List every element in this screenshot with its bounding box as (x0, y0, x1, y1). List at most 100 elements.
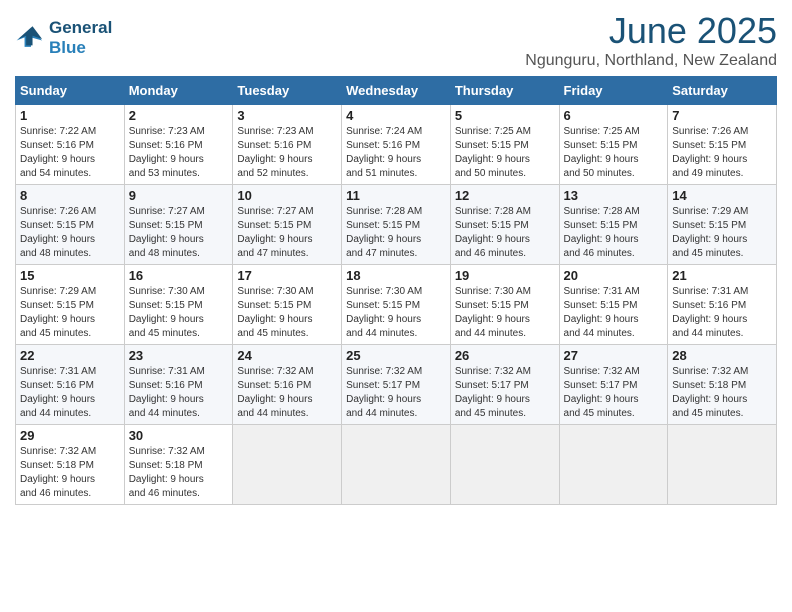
day-number: 18 (346, 268, 446, 283)
day-number: 20 (564, 268, 664, 283)
cell-info: Sunrise: 7:25 AMSunset: 5:15 PMDaylight:… (564, 126, 640, 179)
cell-info: Sunrise: 7:26 AMSunset: 5:15 PMDaylight:… (672, 126, 748, 179)
day-number: 3 (237, 108, 337, 123)
col-header-sunday: Sunday (16, 77, 125, 105)
day-number: 28 (672, 348, 772, 363)
calendar-cell: 24 Sunrise: 7:32 AMSunset: 5:16 PMDaylig… (233, 345, 342, 425)
col-header-thursday: Thursday (450, 77, 559, 105)
calendar-cell: 12 Sunrise: 7:28 AMSunset: 5:15 PMDaylig… (450, 185, 559, 265)
calendar-cell: 22 Sunrise: 7:31 AMSunset: 5:16 PMDaylig… (16, 345, 125, 425)
day-number: 17 (237, 268, 337, 283)
day-number: 22 (20, 348, 120, 363)
col-header-saturday: Saturday (668, 77, 777, 105)
cell-info: Sunrise: 7:27 AMSunset: 5:15 PMDaylight:… (237, 206, 313, 259)
col-header-monday: Monday (124, 77, 233, 105)
calendar-cell: 18 Sunrise: 7:30 AMSunset: 5:15 PMDaylig… (342, 265, 451, 345)
col-header-friday: Friday (559, 77, 668, 105)
cell-info: Sunrise: 7:32 AMSunset: 5:17 PMDaylight:… (346, 366, 422, 419)
calendar-cell: 17 Sunrise: 7:30 AMSunset: 5:15 PMDaylig… (233, 265, 342, 345)
logo-line1: General (49, 18, 112, 38)
day-number: 15 (20, 268, 120, 283)
calendar-cell: 20 Sunrise: 7:31 AMSunset: 5:15 PMDaylig… (559, 265, 668, 345)
calendar-cell: 15 Sunrise: 7:29 AMSunset: 5:15 PMDaylig… (16, 265, 125, 345)
day-number: 1 (20, 108, 120, 123)
day-number: 10 (237, 188, 337, 203)
day-number: 2 (129, 108, 229, 123)
day-number: 27 (564, 348, 664, 363)
calendar-cell: 13 Sunrise: 7:28 AMSunset: 5:15 PMDaylig… (559, 185, 668, 265)
day-number: 26 (455, 348, 555, 363)
cell-info: Sunrise: 7:28 AMSunset: 5:15 PMDaylight:… (346, 206, 422, 259)
calendar-cell: 14 Sunrise: 7:29 AMSunset: 5:15 PMDaylig… (668, 185, 777, 265)
cell-info: Sunrise: 7:25 AMSunset: 5:15 PMDaylight:… (455, 126, 531, 179)
cell-info: Sunrise: 7:23 AMSunset: 5:16 PMDaylight:… (129, 126, 205, 179)
month-title: June 2025 (525, 10, 777, 52)
logo-line2: Blue (49, 38, 112, 58)
calendar-week-row: 22 Sunrise: 7:31 AMSunset: 5:16 PMDaylig… (16, 345, 777, 425)
calendar-cell: 29 Sunrise: 7:32 AMSunset: 5:18 PMDaylig… (16, 425, 125, 505)
calendar-cell: 21 Sunrise: 7:31 AMSunset: 5:16 PMDaylig… (668, 265, 777, 345)
calendar-cell: 6 Sunrise: 7:25 AMSunset: 5:15 PMDayligh… (559, 105, 668, 185)
calendar-header-row: SundayMondayTuesdayWednesdayThursdayFrid… (16, 77, 777, 105)
calendar-week-row: 8 Sunrise: 7:26 AMSunset: 5:15 PMDayligh… (16, 185, 777, 265)
cell-info: Sunrise: 7:31 AMSunset: 5:15 PMDaylight:… (564, 286, 640, 339)
calendar-cell: 4 Sunrise: 7:24 AMSunset: 5:16 PMDayligh… (342, 105, 451, 185)
calendar-cell: 11 Sunrise: 7:28 AMSunset: 5:15 PMDaylig… (342, 185, 451, 265)
cell-info: Sunrise: 7:32 AMSunset: 5:18 PMDaylight:… (672, 366, 748, 419)
cell-info: Sunrise: 7:22 AMSunset: 5:16 PMDaylight:… (20, 126, 96, 179)
calendar-cell: 8 Sunrise: 7:26 AMSunset: 5:15 PMDayligh… (16, 185, 125, 265)
cell-info: Sunrise: 7:32 AMSunset: 5:17 PMDaylight:… (564, 366, 640, 419)
day-number: 9 (129, 188, 229, 203)
cell-info: Sunrise: 7:32 AMSunset: 5:18 PMDaylight:… (129, 446, 205, 499)
cell-info: Sunrise: 7:31 AMSunset: 5:16 PMDaylight:… (20, 366, 96, 419)
day-number: 8 (20, 188, 120, 203)
cell-info: Sunrise: 7:29 AMSunset: 5:15 PMDaylight:… (20, 286, 96, 339)
cell-info: Sunrise: 7:30 AMSunset: 5:15 PMDaylight:… (455, 286, 531, 339)
day-number: 23 (129, 348, 229, 363)
calendar-cell (342, 425, 451, 505)
cell-info: Sunrise: 7:28 AMSunset: 5:15 PMDaylight:… (455, 206, 531, 259)
cell-info: Sunrise: 7:24 AMSunset: 5:16 PMDaylight:… (346, 126, 422, 179)
day-number: 6 (564, 108, 664, 123)
calendar-cell: 19 Sunrise: 7:30 AMSunset: 5:15 PMDaylig… (450, 265, 559, 345)
cell-info: Sunrise: 7:32 AMSunset: 5:18 PMDaylight:… (20, 446, 96, 499)
location-title: Ngunguru, Northland, New Zealand (525, 52, 777, 70)
calendar-week-row: 1 Sunrise: 7:22 AMSunset: 5:16 PMDayligh… (16, 105, 777, 185)
day-number: 25 (346, 348, 446, 363)
calendar-cell: 2 Sunrise: 7:23 AMSunset: 5:16 PMDayligh… (124, 105, 233, 185)
cell-info: Sunrise: 7:32 AMSunset: 5:17 PMDaylight:… (455, 366, 531, 419)
day-number: 30 (129, 428, 229, 443)
day-number: 16 (129, 268, 229, 283)
day-number: 11 (346, 188, 446, 203)
cell-info: Sunrise: 7:23 AMSunset: 5:16 PMDaylight:… (237, 126, 313, 179)
logo: General Blue (15, 18, 112, 59)
day-number: 14 (672, 188, 772, 203)
day-number: 13 (564, 188, 664, 203)
calendar-cell: 26 Sunrise: 7:32 AMSunset: 5:17 PMDaylig… (450, 345, 559, 425)
cell-info: Sunrise: 7:30 AMSunset: 5:15 PMDaylight:… (129, 286, 205, 339)
cell-info: Sunrise: 7:29 AMSunset: 5:15 PMDaylight:… (672, 206, 748, 259)
calendar-cell: 3 Sunrise: 7:23 AMSunset: 5:16 PMDayligh… (233, 105, 342, 185)
calendar-cell (559, 425, 668, 505)
calendar-cell: 28 Sunrise: 7:32 AMSunset: 5:18 PMDaylig… (668, 345, 777, 425)
calendar-cell (668, 425, 777, 505)
day-number: 5 (455, 108, 555, 123)
calendar-cell: 16 Sunrise: 7:30 AMSunset: 5:15 PMDaylig… (124, 265, 233, 345)
day-number: 29 (20, 428, 120, 443)
calendar-cell: 1 Sunrise: 7:22 AMSunset: 5:16 PMDayligh… (16, 105, 125, 185)
calendar-cell (233, 425, 342, 505)
calendar-cell: 7 Sunrise: 7:26 AMSunset: 5:15 PMDayligh… (668, 105, 777, 185)
calendar-table: SundayMondayTuesdayWednesdayThursdayFrid… (15, 76, 777, 505)
calendar-cell: 5 Sunrise: 7:25 AMSunset: 5:15 PMDayligh… (450, 105, 559, 185)
day-number: 4 (346, 108, 446, 123)
calendar-cell: 9 Sunrise: 7:27 AMSunset: 5:15 PMDayligh… (124, 185, 233, 265)
cell-info: Sunrise: 7:31 AMSunset: 5:16 PMDaylight:… (672, 286, 748, 339)
day-number: 21 (672, 268, 772, 283)
cell-info: Sunrise: 7:27 AMSunset: 5:15 PMDaylight:… (129, 206, 205, 259)
calendar-cell: 27 Sunrise: 7:32 AMSunset: 5:17 PMDaylig… (559, 345, 668, 425)
cell-info: Sunrise: 7:26 AMSunset: 5:15 PMDaylight:… (20, 206, 96, 259)
day-number: 12 (455, 188, 555, 203)
cell-info: Sunrise: 7:30 AMSunset: 5:15 PMDaylight:… (346, 286, 422, 339)
title-area: June 2025 Ngunguru, Northland, New Zeala… (525, 10, 777, 70)
day-number: 19 (455, 268, 555, 283)
